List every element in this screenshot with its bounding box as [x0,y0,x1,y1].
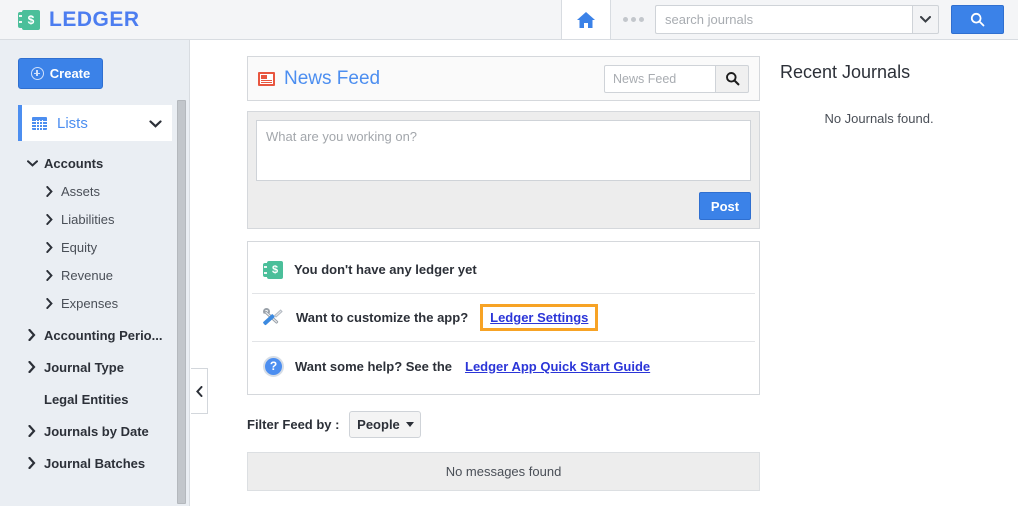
tip-text: Want to customize the app? [296,310,469,325]
recent-journals-panel: Recent Journals No Journals found. [780,62,1010,126]
global-search [655,5,1004,34]
sidebar-item-label: Assets [61,183,101,199]
sidebar-nav: Accounts Assets Liabilities Equity Reven… [0,149,189,477]
sidebar-item-label: Journal Batches [44,455,146,471]
overflow-menu-button[interactable] [611,0,655,39]
post-button[interactable]: Post [699,192,751,220]
page-title: News Feed [284,67,381,89]
app-root: $ LEDGER search journals Create Lists Ac… [0,0,1018,506]
sidebar-item-expenses[interactable]: Expenses [0,289,189,317]
sidebar-item-lists[interactable]: Lists [18,105,172,141]
sidebar-item-revenue[interactable]: Revenue [0,261,189,289]
sidebar-item-lists-label: Lists [57,114,88,132]
chevron-right-icon [43,185,55,197]
sidebar-item-journal-type[interactable]: Journal Type [0,353,189,381]
filter-feed-label: Filter Feed by : [247,417,340,432]
plus-circle-icon [30,67,44,80]
tip-row-no-ledger: $ You don't have any ledger yet [252,246,755,294]
sidebar-item-accounting-periods[interactable]: Accounting Perio... [0,321,189,349]
home-button[interactable] [561,0,611,39]
tip-text: You don't have any ledger yet [294,262,477,277]
empty-messages-banner: No messages found [247,452,760,491]
sidebar-item-label: Accounting Perio... [44,327,163,343]
chevron-right-icon [26,457,38,469]
ledger-settings-link[interactable]: Ledger Settings [490,310,588,325]
main-content: News Feed Post [191,40,1018,506]
news-feed-column: News Feed Post [247,56,760,491]
filter-feed-dropdown[interactable]: People [349,411,422,438]
money-stack-icon: $ [18,9,40,30]
search-icon [725,72,739,86]
news-feed-header: News Feed [247,56,760,101]
feed-search [604,64,749,93]
sidebar-item-legal-entities[interactable]: Legal Entities [0,385,189,413]
search-icon [970,12,985,27]
tip-row-help: ? Want some help? See the Ledger App Qui… [252,342,755,390]
sidebar-item-accounts[interactable]: Accounts [0,149,189,177]
tip-text: Want some help? See the [295,358,452,374]
chevron-right-icon [43,297,55,309]
sidebar-item-journal-batches[interactable]: Journal Batches [0,449,189,477]
sidebar-item-label: Accounts [44,155,104,171]
three-dots-icon [622,17,628,22]
sidebar-item-label: Equity [61,239,98,255]
search-submit-button[interactable] [951,5,1004,34]
sidebar-item-journals-by-date[interactable]: Journals by Date [0,417,189,445]
chevron-right-icon [43,269,55,281]
getting-started-panel: $ You don't have any ledger yet Want to … [247,241,760,395]
tools-icon [262,307,285,328]
sidebar-item-label: Journal Type [44,359,124,375]
brand[interactable]: $ LEDGER [18,0,140,40]
sidebar-item-assets[interactable]: Assets [0,177,189,205]
sidebar-item-label: Revenue [61,267,114,283]
chevron-right-icon [26,361,38,373]
chevron-left-icon [195,385,202,397]
tip-row-customize: Want to customize the app? Ledger Settin… [252,294,755,342]
sidebar-item-liabilities[interactable]: Liabilities [0,205,189,233]
sidebar-item-label: Liabilities [61,211,115,227]
recent-journals-empty: No Journals found. [824,111,934,126]
top-bar: $ LEDGER [0,0,1018,40]
brand-label: LEDGER [49,7,140,31]
caret-down-icon [405,422,414,427]
chevron-down-icon [149,116,162,131]
chevron-down-icon [26,159,38,167]
filter-feed-row: Filter Feed by : People [247,411,760,438]
chevron-right-icon [43,213,55,225]
post-composer: Post [247,111,760,229]
create-button-label: Create [49,66,91,81]
feed-search-input[interactable] [604,64,716,93]
sidebar-scrollbar[interactable] [177,100,186,504]
search-input[interactable] [655,5,912,34]
help-icon: ? [263,355,284,377]
ledger-settings-highlight: Ledger Settings [480,304,599,331]
chevron-right-icon [26,329,38,341]
quick-start-guide-link[interactable]: Ledger App Quick Start Guide [465,359,650,374]
chevron-down-icon [920,16,931,23]
recent-journals-title: Recent Journals [780,62,911,82]
chevron-right-icon [26,425,38,437]
search-dropdown-button[interactable] [912,5,939,34]
sidebar-item-label: Expenses [61,295,119,311]
grid-icon [32,116,47,130]
filter-feed-value: People [357,417,400,432]
sidebar-item-label: Journals by Date [44,423,149,439]
sidebar-item-equity[interactable]: Equity [0,233,189,261]
home-icon [577,11,595,28]
chevron-right-icon [43,241,55,253]
sidebar: Create Lists Accounts Assets Liabilities… [0,40,190,506]
feed-search-button[interactable] [716,64,749,93]
money-stack-icon: $ [263,260,283,279]
composer-actions: Post [256,192,751,220]
sidebar-collapse-button[interactable] [191,368,208,414]
news-icon [258,71,275,86]
post-textarea[interactable] [256,120,751,181]
sidebar-item-label: Legal Entities [44,391,129,407]
create-button[interactable]: Create [18,58,103,89]
